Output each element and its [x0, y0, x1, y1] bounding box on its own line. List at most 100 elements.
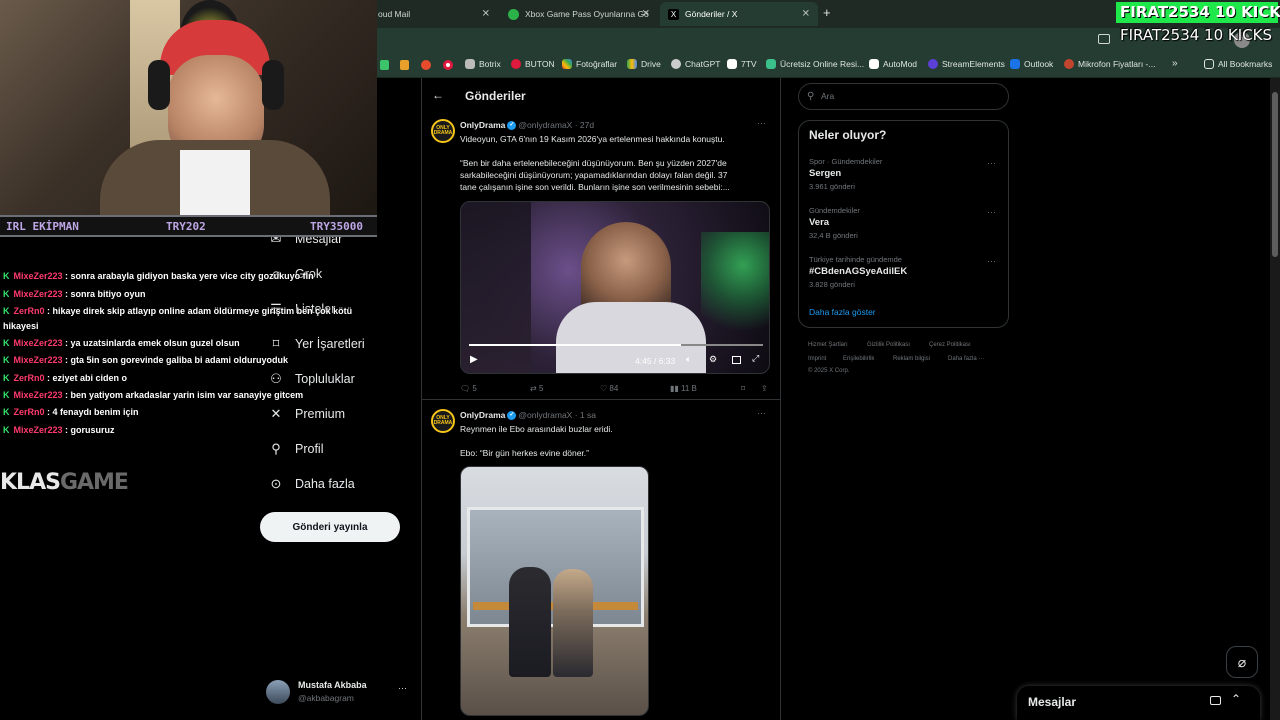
bookmark-icon[interactable]	[421, 60, 431, 70]
nav-premium[interactable]: ✕ Premium	[268, 406, 345, 422]
like-button[interactable]: ♡ 84	[600, 384, 618, 393]
close-tab-icon[interactable]: ✕	[482, 9, 490, 20]
expand-chevron-icon[interactable]: ⌃	[1231, 692, 1241, 706]
video-screen-text	[461, 202, 531, 373]
video-time: 4:45 / 6:33	[635, 356, 676, 366]
post-button[interactable]: Gönderi yayınla	[260, 512, 400, 542]
tweet-author[interactable]: OnlyDrama ✓ @onlydramaX · 27d	[460, 120, 594, 131]
tweet-photo[interactable]	[460, 466, 649, 716]
play-icon[interactable]: ▶	[470, 354, 478, 365]
bookmark-7tv[interactable]: 7TV	[727, 59, 757, 69]
chat-message: K MixeZer223 : ya uzatsinlarda emek olsun…	[3, 338, 240, 348]
footer-link[interactable]: Imprint	[808, 356, 826, 362]
scrollbar-thumb[interactable]	[1272, 92, 1278, 257]
footer-link[interactable]: Reklam bilgisi	[893, 356, 930, 362]
video-hoodie	[556, 302, 706, 373]
bookmark-photos[interactable]: Fotoğraflar	[562, 59, 617, 69]
more-options-icon[interactable]: ···	[987, 158, 996, 168]
scrollbar[interactable]	[1270, 78, 1280, 720]
bookmark-drive[interactable]: Drive	[627, 59, 661, 69]
all-bookmarks[interactable]: All Bookmarks	[1204, 59, 1272, 69]
webcam-headphone	[262, 60, 284, 110]
more-options-icon[interactable]: ···	[757, 408, 766, 418]
more-bookmarks-icon[interactable]: »	[1172, 58, 1178, 69]
volume-icon[interactable]: 🔈︎	[686, 354, 691, 365]
pip-icon[interactable]	[732, 356, 741, 364]
tab-label: Gönderiler / X	[685, 9, 738, 19]
bookmark-botrix[interactable]: Botrix	[465, 59, 501, 69]
avatar[interactable]: ONLY DRAMA	[431, 409, 455, 433]
show-more-link[interactable]: Daha fazla göster	[809, 307, 876, 317]
page-title: Gönderiler	[465, 89, 526, 103]
close-tab-icon[interactable]: ✕	[642, 9, 650, 20]
video-progress-track[interactable]	[469, 344, 763, 346]
tweet[interactable]: ONLY DRAMA OnlyDrama ✓ @onlydramaX · 27d ·…	[422, 116, 780, 400]
share-icon[interactable]: ⇪	[761, 384, 768, 393]
nav-bookmarks[interactable]: ⌑ Yer İşaretleri	[268, 336, 365, 352]
footer-link[interactable]: Gizlilik Politikası	[867, 342, 910, 348]
repost-button[interactable]: ⇄ 5	[530, 384, 543, 393]
kick-icon: K	[3, 407, 10, 417]
bookmark-automod[interactable]: AutoMod	[869, 59, 917, 69]
bookmark-online-resim[interactable]: Ücretsiz Online Resi...	[766, 59, 864, 69]
video-player[interactable]: ▶ 4:45 / 6:33 🔈︎ ⚙︎ ⤢	[460, 201, 770, 374]
fullscreen-icon[interactable]: ⤢	[752, 353, 759, 364]
tweet[interactable]: ONLY DRAMA OnlyDrama ✓ @onlydramaX · 1 sa …	[422, 406, 780, 720]
bookmark-streamelements[interactable]: StreamElements	[928, 59, 1005, 69]
bookmark-outlook[interactable]: Outlook	[1010, 59, 1053, 69]
search-input[interactable]: ⚲ Ara	[798, 83, 1009, 110]
kicks-alert-text: FIRAT2534 10 KICKS	[1120, 26, 1273, 44]
cast-icon[interactable]	[1098, 34, 1110, 44]
avatar[interactable]: ONLY DRAMA	[431, 119, 455, 143]
messages-drawer[interactable]: Mesajlar ⌃	[1017, 686, 1260, 720]
account-switcher[interactable]: Mustafa Akbaba @akbabagram ···	[266, 677, 412, 709]
x-logo-icon: ✕	[270, 406, 282, 421]
tab-mail[interactable]: oud Mail ✕	[370, 4, 498, 24]
settings-gear-icon[interactable]: ⚙︎	[709, 354, 717, 365]
views-button[interactable]: ▮▮ 11 B	[670, 384, 697, 393]
trends-title: Neler oluyor?	[809, 128, 887, 142]
nav-communities[interactable]: ⚇ Topluluklar	[268, 371, 355, 387]
bookmark-buton[interactable]: BUTON	[511, 59, 555, 69]
bookmark-icon[interactable]	[380, 60, 389, 70]
video-light	[701, 232, 769, 342]
bookmark-icon[interactable]	[443, 60, 453, 70]
tab-xbox[interactable]: Xbox Game Pass Oyunlarına Gö ✕	[500, 4, 658, 24]
more-options-icon[interactable]: ···	[757, 118, 766, 128]
more-options-icon[interactable]: ···	[398, 683, 407, 693]
nav-profile[interactable]: ⚲ Profil	[268, 441, 323, 457]
xbox-icon	[508, 8, 519, 20]
chat-message: K ZerRn0 : hikaye direk skip atlayıp onli…	[3, 306, 353, 316]
grok-button[interactable]: ⌀	[1226, 646, 1258, 678]
bookmark-chatgpt[interactable]: ChatGPT	[671, 59, 720, 69]
nav-more[interactable]: ⊙ Daha fazla	[268, 476, 355, 492]
footer-link[interactable]: Erişilebilirlik	[843, 356, 874, 362]
new-message-icon[interactable]	[1210, 696, 1221, 705]
kick-icon: K	[3, 390, 10, 400]
bookmark-mikrofon[interactable]: Mikrofon Fiyatları -...	[1064, 59, 1155, 69]
webcam-feed	[0, 0, 377, 215]
more-circle-icon: ⊙	[270, 476, 282, 491]
verified-badge-icon: ✓	[507, 121, 517, 131]
bookmark-icon[interactable]: ⌑	[741, 384, 745, 393]
more-options-icon[interactable]: ···	[987, 256, 996, 266]
close-tab-icon[interactable]: ✕	[802, 9, 810, 20]
account-name: Mustafa Akbaba	[298, 680, 367, 690]
reply-button[interactable]: 🗨︎ 5	[460, 384, 477, 393]
more-options-icon[interactable]: ···	[987, 207, 996, 217]
footer-link[interactable]: Daha fazla ···	[948, 356, 984, 362]
chat-message-continued: hikayesi	[3, 321, 39, 331]
tab-label: oud Mail	[378, 9, 411, 19]
search-icon: ⚲	[807, 91, 815, 102]
account-handle: @akbabagram	[298, 693, 354, 703]
bookmark-icon[interactable]	[400, 60, 409, 70]
photo-person	[553, 569, 593, 677]
footer-link[interactable]: Hizmet Şartları	[808, 342, 848, 348]
trends-panel: Neler oluyor? Spor · Gündemdekiler Serge…	[798, 120, 1009, 328]
footer-link[interactable]: Çerez Politikası	[929, 342, 971, 348]
messages-title: Mesajlar	[1028, 695, 1077, 709]
tweet-author[interactable]: OnlyDrama ✓ @onlydramaX · 1 sa	[460, 410, 596, 421]
tab-x[interactable]: X Gönderiler / X ✕	[660, 2, 818, 26]
back-arrow-icon[interactable]: ←	[432, 88, 444, 102]
new-tab-button[interactable]: +	[823, 5, 831, 20]
